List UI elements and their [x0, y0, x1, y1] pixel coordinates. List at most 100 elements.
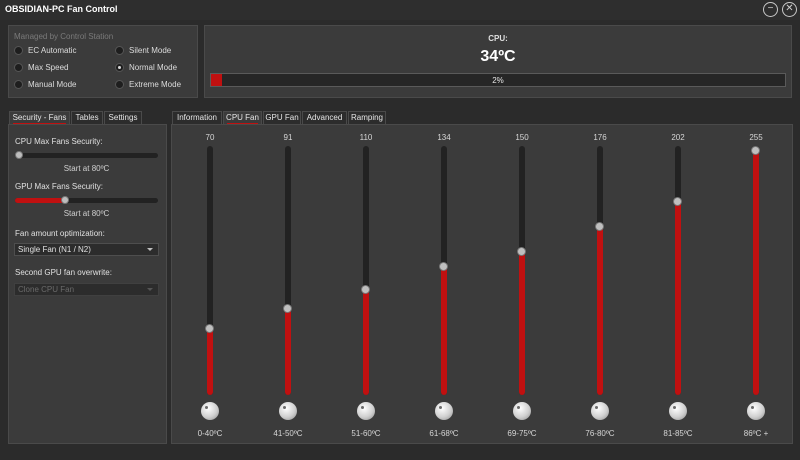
- radio-max-speed[interactable]: Max Speed: [14, 63, 68, 72]
- cpu-max-fans-note: Start at 80ºC: [63, 164, 110, 173]
- cpu-max-fans-slider[interactable]: [15, 151, 158, 159]
- slider-fill: [15, 198, 65, 203]
- gpu-max-fans-note: Start at 80ºC: [63, 209, 110, 218]
- fan-test-knob-icon[interactable]: [513, 402, 531, 420]
- fan-curve-slider-handle[interactable]: [361, 285, 370, 294]
- fan-curve-temp-range: 86ºC +: [743, 429, 769, 438]
- fan-curve-slider-handle[interactable]: [673, 197, 682, 206]
- fan-curve-temp-range: 69-75ºC: [507, 429, 537, 438]
- fan-curve-slider-handle[interactable]: [595, 222, 604, 231]
- tab-security-fans[interactable]: Security - Fans: [9, 111, 70, 125]
- fan-test-knob-icon[interactable]: [591, 402, 609, 420]
- fan-curve-slider[interactable]: [361, 146, 370, 395]
- fan-curve-temp-range: 41-50ºC: [273, 429, 303, 438]
- fan-test-knob-icon[interactable]: [435, 402, 453, 420]
- fan-curve-slider-fill: [207, 328, 213, 395]
- fan-curve-slider[interactable]: [751, 146, 760, 395]
- tab-tables[interactable]: Tables: [71, 111, 103, 125]
- fan-curve-slider-fill: [285, 308, 291, 395]
- cpu-fan-percent: 2%: [492, 76, 504, 85]
- tab-gpu-fan[interactable]: GPU Fan: [263, 111, 301, 125]
- fan-curve-value: 202: [671, 133, 685, 142]
- window-title: OBSIDIAN-PC Fan Control: [5, 4, 118, 14]
- slider-handle[interactable]: [61, 196, 69, 204]
- fan-curve-temp-range: 81-85ºC: [663, 429, 693, 438]
- title-bar: OBSIDIAN-PC Fan Control − ✕: [0, 0, 800, 20]
- radio-dot-selected: [115, 63, 124, 72]
- gpu-max-fans-slider[interactable]: [15, 196, 158, 204]
- radio-dot: [115, 46, 124, 55]
- fan-amount-select[interactable]: Single Fan (N1 / N2): [14, 243, 159, 256]
- fan-test-knob-icon[interactable]: [747, 402, 765, 420]
- cpu-label: CPU:: [488, 34, 508, 43]
- radio-ec-automatic[interactable]: EC Automatic: [14, 46, 76, 55]
- fan-curve-slider-fill: [597, 226, 603, 395]
- fan-curve-slider-fill: [363, 289, 369, 395]
- radio-dot: [14, 46, 23, 55]
- fan-curve-value: 150: [515, 133, 529, 142]
- fan-curve-slider[interactable]: [595, 146, 604, 395]
- radio-label: Extreme Mode: [129, 80, 182, 89]
- fan-curve-slider-handle[interactable]: [439, 262, 448, 271]
- second-gpu-value: Clone CPU Fan: [18, 285, 75, 294]
- tab-information[interactable]: Information: [172, 111, 222, 125]
- radio-label: Normal Mode: [129, 63, 178, 72]
- fan-curve-slider-fill: [675, 201, 681, 395]
- radio-normal-mode[interactable]: Normal Mode: [115, 63, 177, 72]
- fan-curve-value: 255: [749, 133, 763, 142]
- slider-handle[interactable]: [15, 151, 23, 159]
- fan-curve-value: 70: [205, 133, 215, 142]
- fan-curve-temp-range: 76-80ºC: [585, 429, 615, 438]
- fan-curve-value: 176: [593, 133, 607, 142]
- fan-curve-slider-fill: [441, 266, 447, 395]
- radio-extreme-mode[interactable]: Extreme Mode: [115, 80, 181, 89]
- fan-curve-slider-handle[interactable]: [205, 324, 214, 333]
- radio-label: Manual Mode: [28, 80, 77, 89]
- fan-curve-slider[interactable]: [517, 146, 526, 395]
- fan-amount-label: Fan amount optimization:: [15, 229, 105, 238]
- fan-test-knob-icon[interactable]: [357, 402, 375, 420]
- fan-amount-value: Single Fan (N1 / N2): [18, 245, 91, 254]
- fan-curve-slider-handle[interactable]: [517, 247, 526, 256]
- fan-curve-slider[interactable]: [205, 146, 214, 395]
- fan-curve-slider-handle[interactable]: [751, 146, 760, 155]
- cpu-temperature: 34ºC: [480, 48, 516, 65]
- fan-curve-slider-fill: [753, 150, 759, 395]
- tab-ramping[interactable]: Ramping: [348, 111, 386, 125]
- second-gpu-select: Clone CPU Fan: [14, 283, 159, 296]
- fan-curve-value: 134: [437, 133, 451, 142]
- cpu-fan-progress-bar: 2%: [210, 73, 786, 87]
- fan-curve-slider-handle[interactable]: [283, 304, 292, 313]
- fan-curve-slider[interactable]: [439, 146, 448, 395]
- fan-curve-slider-fill: [519, 251, 525, 395]
- tab-settings[interactable]: Settings: [104, 111, 142, 125]
- fan-curve-temp-range: 51-60ºC: [351, 429, 381, 438]
- cpu-max-fans-label: CPU Max Fans Security:: [15, 137, 103, 146]
- radio-label: Silent Mode: [129, 46, 172, 55]
- chevron-down-icon: [147, 288, 153, 291]
- chevron-down-icon: [147, 248, 153, 251]
- gpu-max-fans-label: GPU Max Fans Security:: [15, 182, 104, 191]
- fan-curve-value: 91: [283, 133, 293, 142]
- radio-label: Max Speed: [28, 63, 69, 72]
- radio-silent-mode[interactable]: Silent Mode: [115, 46, 171, 55]
- radio-manual-mode[interactable]: Manual Mode: [14, 80, 76, 89]
- radio-dot: [115, 80, 124, 89]
- cpu-fan-curve-panel: [171, 124, 793, 444]
- second-gpu-label: Second GPU fan overwrite:: [15, 268, 112, 277]
- fan-test-knob-icon[interactable]: [279, 402, 297, 420]
- minimize-icon[interactable]: −: [763, 2, 778, 17]
- tab-advanced[interactable]: Advanced: [302, 111, 347, 125]
- radio-label: EC Automatic: [28, 46, 77, 55]
- tab-cpu-fan[interactable]: CPU Fan: [223, 111, 262, 125]
- fan-curve-value: 110: [359, 133, 373, 142]
- radio-dot: [14, 80, 23, 89]
- fan-curve-slider[interactable]: [673, 146, 682, 395]
- managed-label: Managed by Control Station: [14, 32, 114, 41]
- fan-test-knob-icon[interactable]: [201, 402, 219, 420]
- close-icon[interactable]: ✕: [782, 2, 797, 17]
- radio-dot: [14, 63, 23, 72]
- fan-curve-slider[interactable]: [283, 146, 292, 395]
- fan-test-knob-icon[interactable]: [669, 402, 687, 420]
- fan-curve-temp-range: 0-40ºC: [197, 429, 223, 438]
